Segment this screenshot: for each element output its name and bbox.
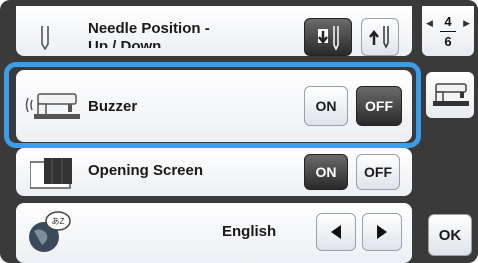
triangle-left-icon bbox=[331, 225, 341, 239]
page-indicator: ◀ ▶ 4 6 bbox=[422, 6, 474, 56]
opening-screen-label: Opening Screen bbox=[88, 162, 204, 179]
triangle-right-icon bbox=[377, 225, 387, 239]
needle-icon bbox=[41, 26, 49, 50]
language-prev-button[interactable] bbox=[316, 213, 356, 251]
settings-screen: Needle Position - Up / Down Buzzer ON OF… bbox=[0, 0, 478, 263]
opening-screen-off-button[interactable]: OFF bbox=[356, 154, 400, 190]
screen-thumbnail-icon bbox=[30, 158, 72, 189]
needle-down-button[interactable] bbox=[304, 18, 352, 56]
machine-settings-button[interactable] bbox=[426, 72, 474, 118]
page-current: 4 bbox=[444, 14, 452, 29]
opening-screen-on-button[interactable]: ON bbox=[304, 154, 348, 190]
needle-up-button[interactable] bbox=[361, 18, 399, 56]
language-row: あZ English bbox=[16, 203, 412, 263]
language-value: English bbox=[222, 223, 277, 240]
needle-position-row: Needle Position - Up / Down bbox=[16, 6, 412, 56]
selected-row-highlight bbox=[4, 62, 421, 148]
opening-screen-row: Opening Screen ON OFF bbox=[16, 148, 412, 196]
sewing-machine-icon bbox=[433, 83, 469, 106]
needle-down-icon bbox=[318, 26, 339, 51]
page-total: 6 bbox=[444, 34, 452, 49]
svg-text:あZ: あZ bbox=[52, 217, 65, 226]
page-divider bbox=[440, 31, 456, 32]
ok-button[interactable]: OK bbox=[428, 214, 472, 256]
globe-speech-icon: あZ bbox=[29, 211, 71, 252]
needle-up-icon bbox=[369, 26, 389, 49]
language-next-button[interactable] bbox=[362, 213, 402, 251]
needle-position-label: Needle Position - Up / Down bbox=[88, 20, 210, 48]
